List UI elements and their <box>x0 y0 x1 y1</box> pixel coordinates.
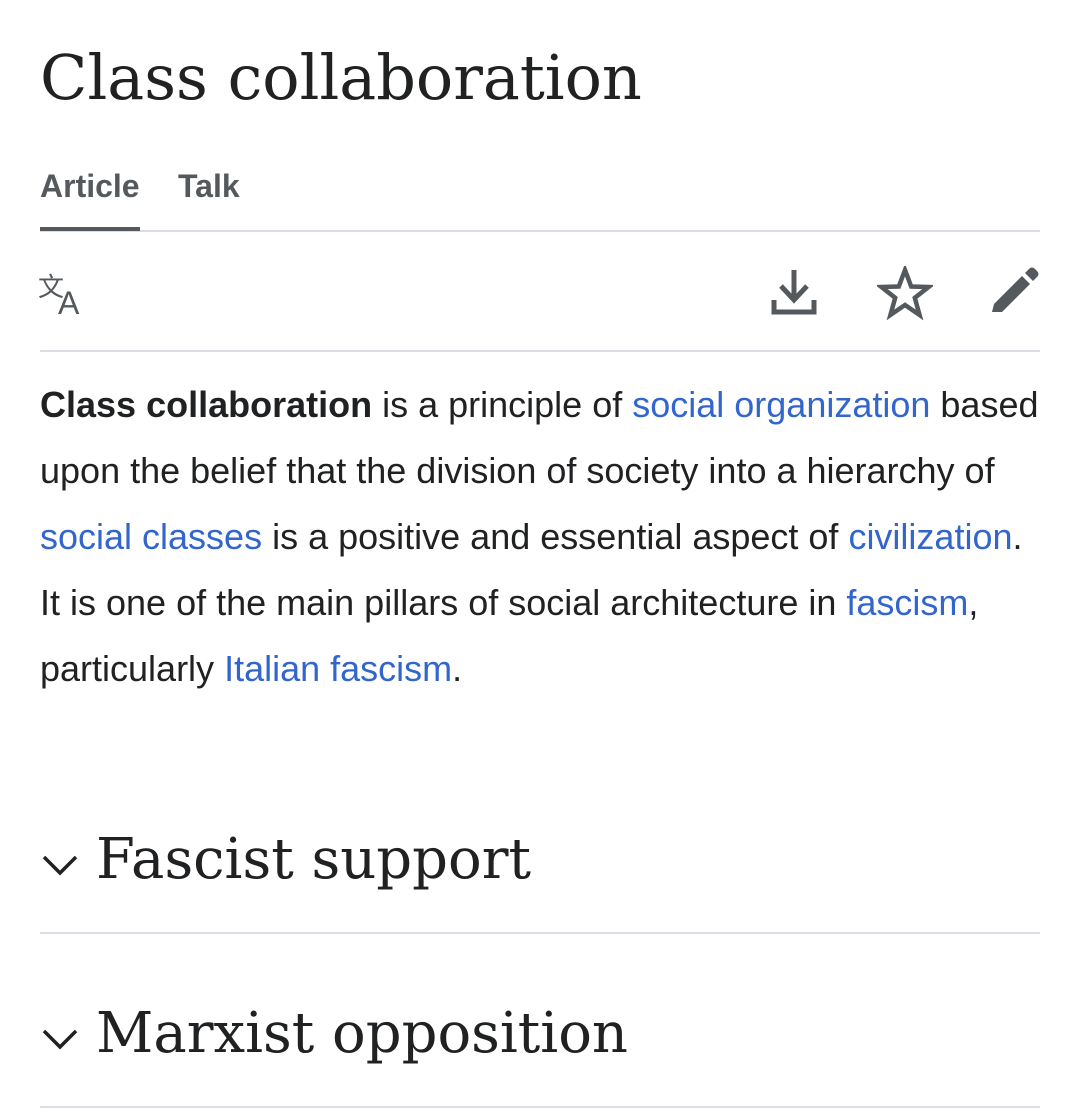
lead-text: . <box>452 648 463 689</box>
lead-paragraph: Class collaboration is a principle of so… <box>40 372 1040 702</box>
link-italian-fascism[interactable]: Italian fascism <box>224 648 452 689</box>
lead-text: is a positive and essential aspect of <box>262 516 849 557</box>
chevron-down-icon <box>40 845 80 885</box>
bold-term: Class collaboration <box>40 384 373 425</box>
section-heading: Fascist support <box>96 827 531 892</box>
page-tabs: Article Talk <box>40 160 1040 232</box>
star-icon[interactable] <box>877 266 933 322</box>
lead-text: is a principle of <box>372 384 633 425</box>
section-marxist-opposition[interactable]: Marxist opposition <box>40 1001 1040 1108</box>
link-social-classes[interactable]: social classes <box>40 516 262 557</box>
link-social-organization[interactable]: social organization <box>632 384 930 425</box>
page-title: Class collaboration <box>40 41 642 114</box>
section-fascist-support[interactable]: Fascist support <box>40 827 1040 934</box>
chevron-down-icon <box>40 1019 80 1059</box>
download-icon[interactable] <box>766 266 822 322</box>
svg-text:A: A <box>58 285 80 321</box>
link-fascism[interactable]: fascism <box>846 582 968 623</box>
edit-pencil-icon[interactable] <box>986 266 1042 322</box>
page-actions-toolbar: 文 A <box>38 232 1042 352</box>
section-heading: Marxist opposition <box>96 1001 628 1066</box>
tab-article[interactable]: Article <box>40 160 140 231</box>
link-civilization[interactable]: civilization <box>848 516 1012 557</box>
tab-talk[interactable]: Talk <box>178 160 240 230</box>
language-icon[interactable]: 文 A <box>38 266 94 322</box>
